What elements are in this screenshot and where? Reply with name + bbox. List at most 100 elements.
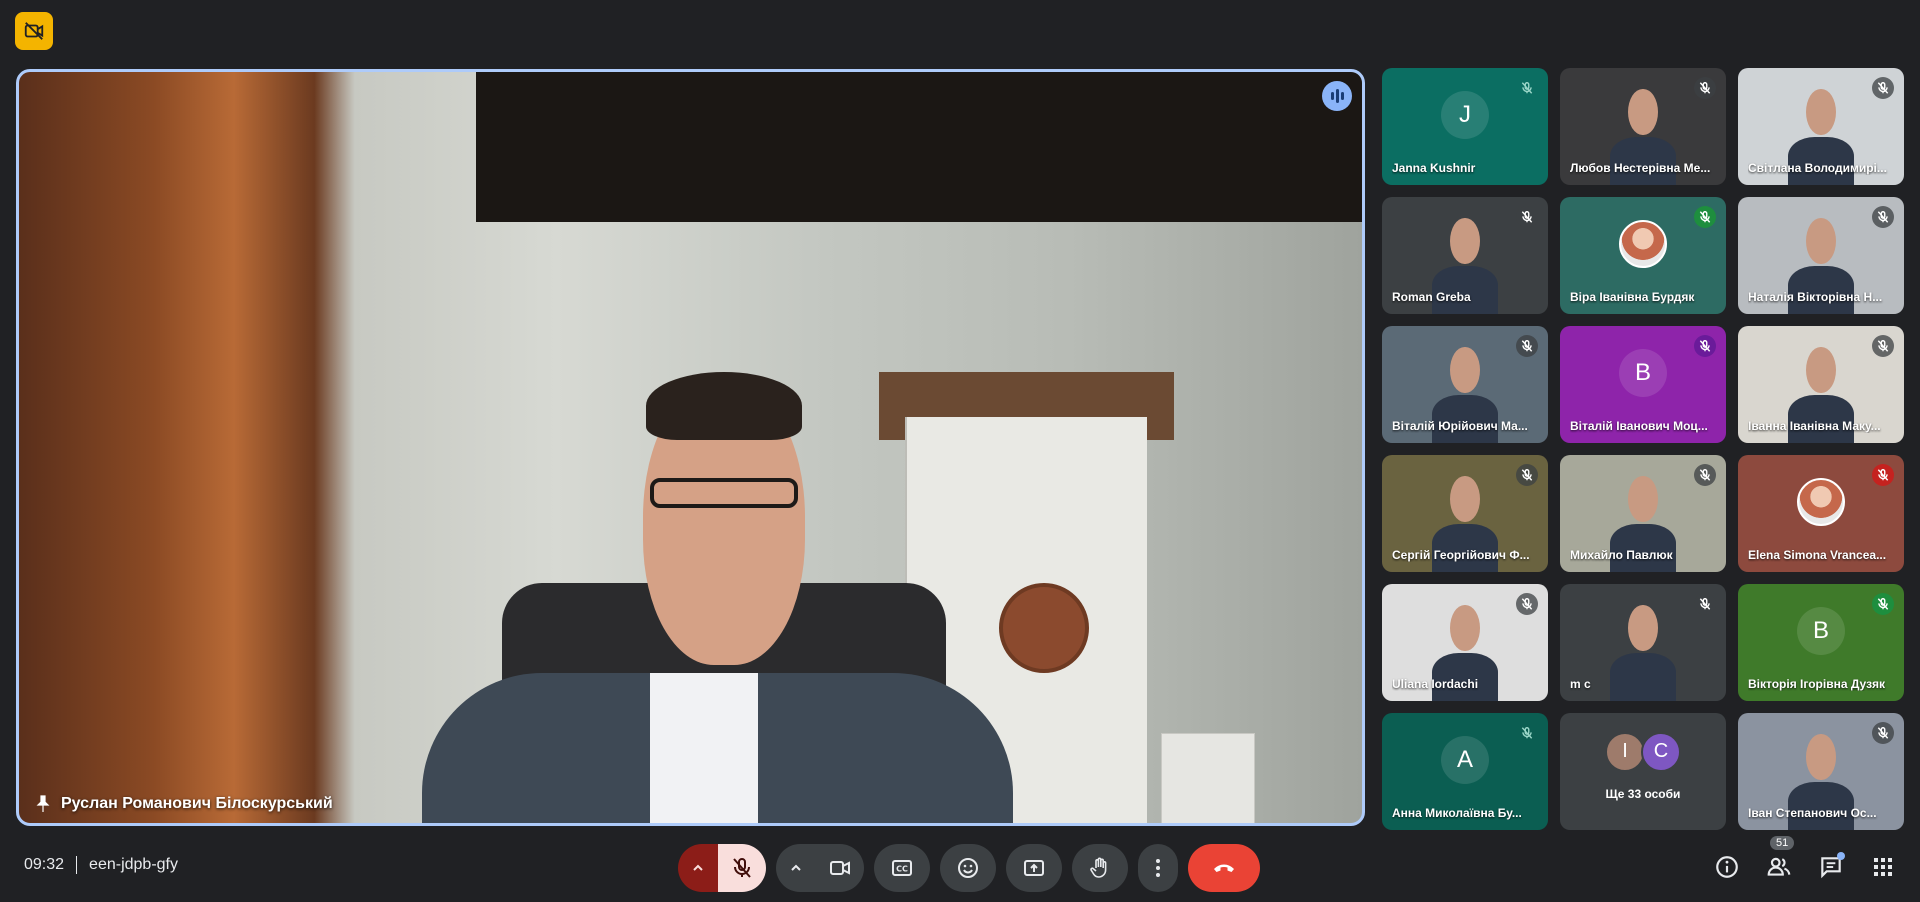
participant-name: Elena Simona Vrancea... [1748,548,1887,562]
participant-name: Janna Kushnir [1392,161,1476,175]
end-call-button[interactable] [1188,844,1260,892]
mute-indicator [1694,593,1716,615]
participant-name: Любов Нестерівна Ме... [1570,161,1711,175]
mic-off-icon [1877,211,1889,223]
svg-text:CC: CC [896,865,908,874]
chat-button[interactable] [1814,850,1848,884]
participant-name: m c [1570,677,1591,691]
avatar: J [1441,90,1489,139]
speaking-indicator [1322,81,1352,111]
chevron-up-icon [791,864,801,871]
raise-hand-button[interactable] [1072,844,1128,892]
mic-options-button[interactable] [678,844,718,892]
speaker-glasses [650,477,798,508]
participant-tile[interactable]: Uliana Iordachi [1382,584,1548,701]
more-participants-tile[interactable]: I C Ще 33 особи [1560,713,1726,830]
participant-tile[interactable]: B Віталій Іванович Моц... [1560,326,1726,443]
mic-off-icon [1521,340,1533,352]
more-options-button[interactable] [1138,844,1178,892]
people-button[interactable]: 51 [1762,836,1796,884]
mic-off-icon [1521,598,1533,610]
mic-control-group [678,844,766,892]
activities-button[interactable] [1866,850,1900,884]
reactions-button[interactable] [940,844,996,892]
more-vert-icon [1156,859,1160,877]
participant-tile[interactable]: m c [1560,584,1726,701]
avatar [1797,477,1845,526]
participant-name: Михайло Павлюк [1570,548,1673,562]
mute-indicator [1694,464,1716,486]
mute-indicator [1872,464,1894,486]
participant-tile[interactable]: Любов Нестерівна Ме... [1560,68,1726,185]
pin-icon [36,795,50,812]
scene-plate [999,582,1090,673]
meeting-code[interactable]: een-jdpb-gfy [89,856,178,874]
more-participants-label: Ще 33 особи [1605,787,1681,801]
mute-indicator [1694,335,1716,357]
participant-name: Віра Іванівна Бурдяк [1570,290,1695,304]
speaker-hair [646,372,802,440]
main-speaker-tile[interactable]: Руслан Романович Білоскурський [16,69,1365,826]
participant-name: Вікторія Ігорівна Дузяк [1748,677,1886,691]
participant-tile[interactable]: J Janna Kushnir [1382,68,1548,185]
participant-tile[interactable]: Іван Степанович Ос... [1738,713,1904,830]
participant-tile[interactable]: Roman Greba [1382,197,1548,314]
main-speaker-name-row: Руслан Романович Білоскурський [35,795,333,813]
call-end-icon [1214,864,1234,872]
mic-off-icon [1699,211,1711,223]
participant-tile[interactable]: Світлана Володимирі... [1738,68,1904,185]
participant-tile[interactable]: Elena Simona Vrancea... [1738,455,1904,572]
mute-indicator [1516,77,1538,99]
participant-tile[interactable]: Михайло Павлюк [1560,455,1726,572]
avatar: I [1605,731,1645,772]
info-icon [1716,856,1738,878]
present-button[interactable] [1006,844,1062,892]
participant-name: Uliana Iordachi [1392,677,1479,691]
emoji-icon [958,858,978,878]
meeting-details-button[interactable] [1710,850,1744,884]
participant-tile[interactable]: Віра Іванівна Бурдяк [1560,197,1726,314]
meeting-time: 09:32 [24,856,65,873]
mic-off-icon [1699,469,1711,481]
mic-off-icon [1877,727,1889,739]
apps-grid-icon [1874,858,1892,876]
main-speaker-name: Руслан Романович Білоскурський [61,795,333,812]
participant-name: Віталій Іванович Моц... [1570,419,1708,433]
present-screen-icon [1024,860,1044,876]
scene-ceiling [475,72,1362,222]
participant-name: Світлана Володимирі... [1748,161,1887,175]
recording-off-icon [24,22,44,40]
videocam-icon [830,861,850,875]
participant-tile[interactable]: A Анна Миколаївна Бу... [1382,713,1548,830]
participant-tile[interactable]: Наталія Вікторівна Н... [1738,197,1904,314]
camera-options-button[interactable] [776,844,816,892]
participant-name: Віталій Юрійович Ма... [1392,419,1528,433]
side-panel-controls: 51 [1710,836,1900,884]
chat-unread-dot [1837,852,1845,860]
mic-toggle-button[interactable] [718,844,766,892]
mic-off-icon [1521,727,1533,739]
captions-button[interactable]: CC [874,844,930,892]
participant-tile[interactable]: Віталій Юрійович Ма... [1382,326,1548,443]
mic-off-icon [1699,82,1711,94]
recording-badge[interactable] [15,12,53,50]
mute-indicator [1516,464,1538,486]
mic-off-icon [1877,598,1889,610]
mic-off-icon [1521,469,1533,481]
participant-name: Іванна Іванівна Маку... [1748,419,1881,433]
participant-tile[interactable]: Іванна Іванівна Маку... [1738,326,1904,443]
mute-indicator [1872,593,1894,615]
participant-tile[interactable]: Сергій Георгійович Ф... [1382,455,1548,572]
mic-off-icon [1877,340,1889,352]
call-controls: CC [678,844,1260,892]
mic-off-icon [733,858,751,878]
participant-name: Анна Миколаївна Бу... [1392,806,1522,820]
mute-indicator [1872,77,1894,99]
closed-captions-icon: CC [892,860,912,876]
chevron-up-icon [693,864,703,871]
mic-off-icon [1699,598,1711,610]
mute-indicator [1872,206,1894,228]
camera-toggle-button[interactable] [816,844,864,892]
participant-tile[interactable]: B Вікторія Ігорівна Дузяк [1738,584,1904,701]
mic-off-icon [1877,469,1889,481]
